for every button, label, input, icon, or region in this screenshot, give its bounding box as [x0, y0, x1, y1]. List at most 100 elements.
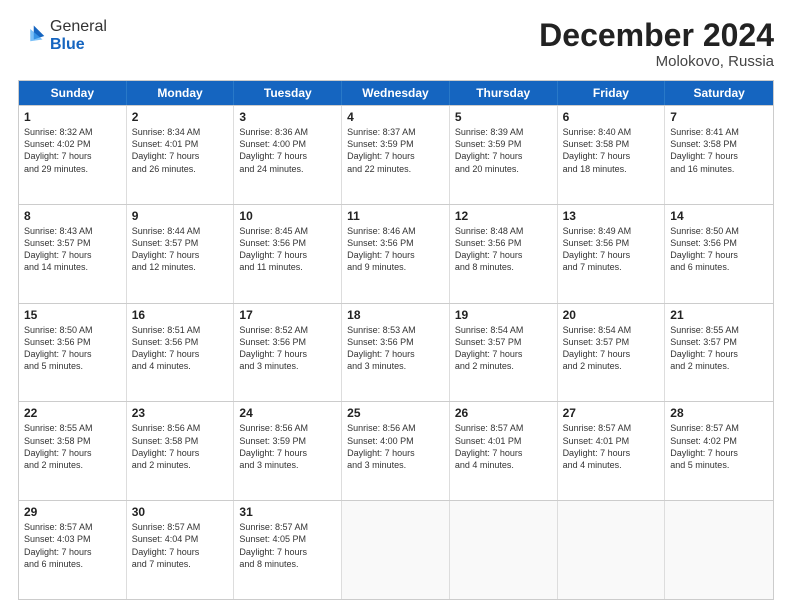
- table-row: 29 Sunrise: 8:57 AM Sunset: 4:03 PM Dayli…: [19, 501, 127, 599]
- table-row: 26 Sunrise: 8:57 AM Sunset: 4:01 PM Dayli…: [450, 402, 558, 500]
- cell-text: Sunrise: 8:52 AM Sunset: 3:56 PM Dayligh…: [239, 324, 336, 373]
- header-tuesday: Tuesday: [234, 81, 342, 105]
- day-number: 9: [132, 209, 229, 223]
- cell-text: Sunrise: 8:32 AM Sunset: 4:02 PM Dayligh…: [24, 126, 121, 175]
- cell-text: Sunrise: 8:57 AM Sunset: 4:05 PM Dayligh…: [239, 521, 336, 570]
- day-number: 22: [24, 406, 121, 420]
- cell-text: Sunrise: 8:56 AM Sunset: 3:59 PM Dayligh…: [239, 422, 336, 471]
- table-row: 3 Sunrise: 8:36 AM Sunset: 4:00 PM Daylig…: [234, 106, 342, 204]
- cell-text: Sunrise: 8:46 AM Sunset: 3:56 PM Dayligh…: [347, 225, 444, 274]
- day-number: 28: [670, 406, 768, 420]
- header-saturday: Saturday: [665, 81, 773, 105]
- month-year: December 2024: [539, 18, 774, 53]
- table-row: 5Sunrise: 8:39 AM Sunset: 3:59 PM Daylig…: [450, 106, 558, 204]
- cell-text: Sunrise: 8:43 AM Sunset: 3:57 PM Dayligh…: [24, 225, 121, 274]
- table-row: 2 Sunrise: 8:34 AM Sunset: 4:01 PM Daylig…: [127, 106, 235, 204]
- logo-text: General Blue: [50, 18, 107, 53]
- day-number: 16: [132, 308, 229, 322]
- cell-text: Sunrise: 8:48 AM Sunset: 3:56 PM Dayligh…: [455, 225, 552, 274]
- cell-text: Sunrise: 8:40 AM Sunset: 3:58 PM Dayligh…: [563, 126, 660, 175]
- day-number: 8: [24, 209, 121, 223]
- cell-text: Sunrise: 8:49 AM Sunset: 3:56 PM Dayligh…: [563, 225, 660, 274]
- day-number: 11: [347, 209, 444, 223]
- cell-text: Sunrise: 8:56 AM Sunset: 3:58 PM Dayligh…: [132, 422, 229, 471]
- cell-text: Sunrise: 8:53 AM Sunset: 3:56 PM Dayligh…: [347, 324, 444, 373]
- header-monday: Monday: [127, 81, 235, 105]
- day-number: 3: [239, 110, 336, 124]
- cell-text: Sunrise: 8:55 AM Sunset: 3:58 PM Dayligh…: [24, 422, 121, 471]
- day-number: 31: [239, 505, 336, 519]
- calendar: Sunday Monday Tuesday Wednesday Thursday…: [18, 80, 774, 600]
- table-row: [342, 501, 450, 599]
- page: General Blue December 2024 Molokovo, Rus…: [0, 0, 792, 612]
- logo-blue: Blue: [50, 36, 85, 53]
- table-row: 6 Sunrise: 8:40 AM Sunset: 3:58 PM Daylig…: [558, 106, 666, 204]
- table-row: 22 Sunrise: 8:55 AM Sunset: 3:58 PM Dayli…: [19, 402, 127, 500]
- table-row: 18Sunrise: 8:53 AM Sunset: 3:56 PM Dayli…: [342, 304, 450, 402]
- header-wednesday: Wednesday: [342, 81, 450, 105]
- table-row: [450, 501, 558, 599]
- header-sunday: Sunday: [19, 81, 127, 105]
- cell-text: Sunrise: 8:37 AM Sunset: 3:59 PM Dayligh…: [347, 126, 444, 175]
- cell-text: Sunrise: 8:41 AM Sunset: 3:58 PM Dayligh…: [670, 126, 768, 175]
- table-row: 25 Sunrise: 8:56 AM Sunset: 4:00 PM Dayli…: [342, 402, 450, 500]
- calendar-body: 1 Sunrise: 8:32 AM Sunset: 4:02 PM Daylig…: [19, 105, 773, 599]
- day-number: 27: [563, 406, 660, 420]
- cell-text: Sunrise: 8:44 AM Sunset: 3:57 PM Dayligh…: [132, 225, 229, 274]
- day-number: 2: [132, 110, 229, 124]
- week-row-2: 15Sunrise: 8:50 AM Sunset: 3:56 PM Dayli…: [19, 303, 773, 402]
- cell-text: Sunrise: 8:56 AM Sunset: 4:00 PM Dayligh…: [347, 422, 444, 471]
- day-number: 15: [24, 308, 121, 322]
- cell-text: Sunrise: 8:51 AM Sunset: 3:56 PM Dayligh…: [132, 324, 229, 373]
- table-row: 28 Sunrise: 8:57 AM Sunset: 4:02 PM Dayli…: [665, 402, 773, 500]
- day-number: 20: [563, 308, 660, 322]
- day-number: 10: [239, 209, 336, 223]
- cell-text: Sunrise: 8:57 AM Sunset: 4:03 PM Dayligh…: [24, 521, 121, 570]
- logo-general: General: [50, 18, 107, 35]
- day-number: 23: [132, 406, 229, 420]
- cell-text: Sunrise: 8:34 AM Sunset: 4:01 PM Dayligh…: [132, 126, 229, 175]
- table-row: 10 Sunrise: 8:45 AM Sunset: 3:56 PM Dayli…: [234, 205, 342, 303]
- week-row-3: 22 Sunrise: 8:55 AM Sunset: 3:58 PM Dayli…: [19, 401, 773, 500]
- cell-text: Sunrise: 8:57 AM Sunset: 4:04 PM Dayligh…: [132, 521, 229, 570]
- day-number: 25: [347, 406, 444, 420]
- day-number: 12: [455, 209, 552, 223]
- day-number: 13: [563, 209, 660, 223]
- cell-text: Sunrise: 8:57 AM Sunset: 4:02 PM Dayligh…: [670, 422, 768, 471]
- table-row: 7 Sunrise: 8:41 AM Sunset: 3:58 PM Daylig…: [665, 106, 773, 204]
- table-row: 30 Sunrise: 8:57 AM Sunset: 4:04 PM Dayli…: [127, 501, 235, 599]
- cell-text: Sunrise: 8:57 AM Sunset: 4:01 PM Dayligh…: [455, 422, 552, 471]
- table-row: 21Sunrise: 8:55 AM Sunset: 3:57 PM Dayli…: [665, 304, 773, 402]
- table-row: 17Sunrise: 8:52 AM Sunset: 3:56 PM Dayli…: [234, 304, 342, 402]
- cell-text: Sunrise: 8:45 AM Sunset: 3:56 PM Dayligh…: [239, 225, 336, 274]
- day-number: 29: [24, 505, 121, 519]
- cell-text: Sunrise: 8:54 AM Sunset: 3:57 PM Dayligh…: [455, 324, 552, 373]
- header-friday: Friday: [558, 81, 666, 105]
- cell-text: Sunrise: 8:36 AM Sunset: 4:00 PM Dayligh…: [239, 126, 336, 175]
- week-row-4: 29 Sunrise: 8:57 AM Sunset: 4:03 PM Dayli…: [19, 500, 773, 599]
- day-number: 14: [670, 209, 768, 223]
- table-row: 4Sunrise: 8:37 AM Sunset: 3:59 PM Daylig…: [342, 106, 450, 204]
- cell-text: Sunrise: 8:57 AM Sunset: 4:01 PM Dayligh…: [563, 422, 660, 471]
- day-number: 6: [563, 110, 660, 124]
- table-row: 20 Sunrise: 8:54 AM Sunset: 3:57 PM Dayli…: [558, 304, 666, 402]
- week-row-1: 8 Sunrise: 8:43 AM Sunset: 3:57 PM Daylig…: [19, 204, 773, 303]
- logo-icon: [18, 22, 46, 50]
- day-number: 24: [239, 406, 336, 420]
- day-number: 5: [455, 110, 552, 124]
- day-number: 21: [670, 308, 768, 322]
- cell-text: Sunrise: 8:54 AM Sunset: 3:57 PM Dayligh…: [563, 324, 660, 373]
- day-number: 26: [455, 406, 552, 420]
- table-row: [558, 501, 666, 599]
- cell-text: Sunrise: 8:50 AM Sunset: 3:56 PM Dayligh…: [670, 225, 768, 274]
- table-row: 11 Sunrise: 8:46 AM Sunset: 3:56 PM Dayli…: [342, 205, 450, 303]
- table-row: [665, 501, 773, 599]
- table-row: 9 Sunrise: 8:44 AM Sunset: 3:57 PM Daylig…: [127, 205, 235, 303]
- table-row: 16 Sunrise: 8:51 AM Sunset: 3:56 PM Dayli…: [127, 304, 235, 402]
- title-block: December 2024 Molokovo, Russia: [539, 18, 774, 70]
- table-row: 12 Sunrise: 8:48 AM Sunset: 3:56 PM Dayli…: [450, 205, 558, 303]
- day-number: 30: [132, 505, 229, 519]
- day-number: 1: [24, 110, 121, 124]
- table-row: 23 Sunrise: 8:56 AM Sunset: 3:58 PM Dayli…: [127, 402, 235, 500]
- day-number: 7: [670, 110, 768, 124]
